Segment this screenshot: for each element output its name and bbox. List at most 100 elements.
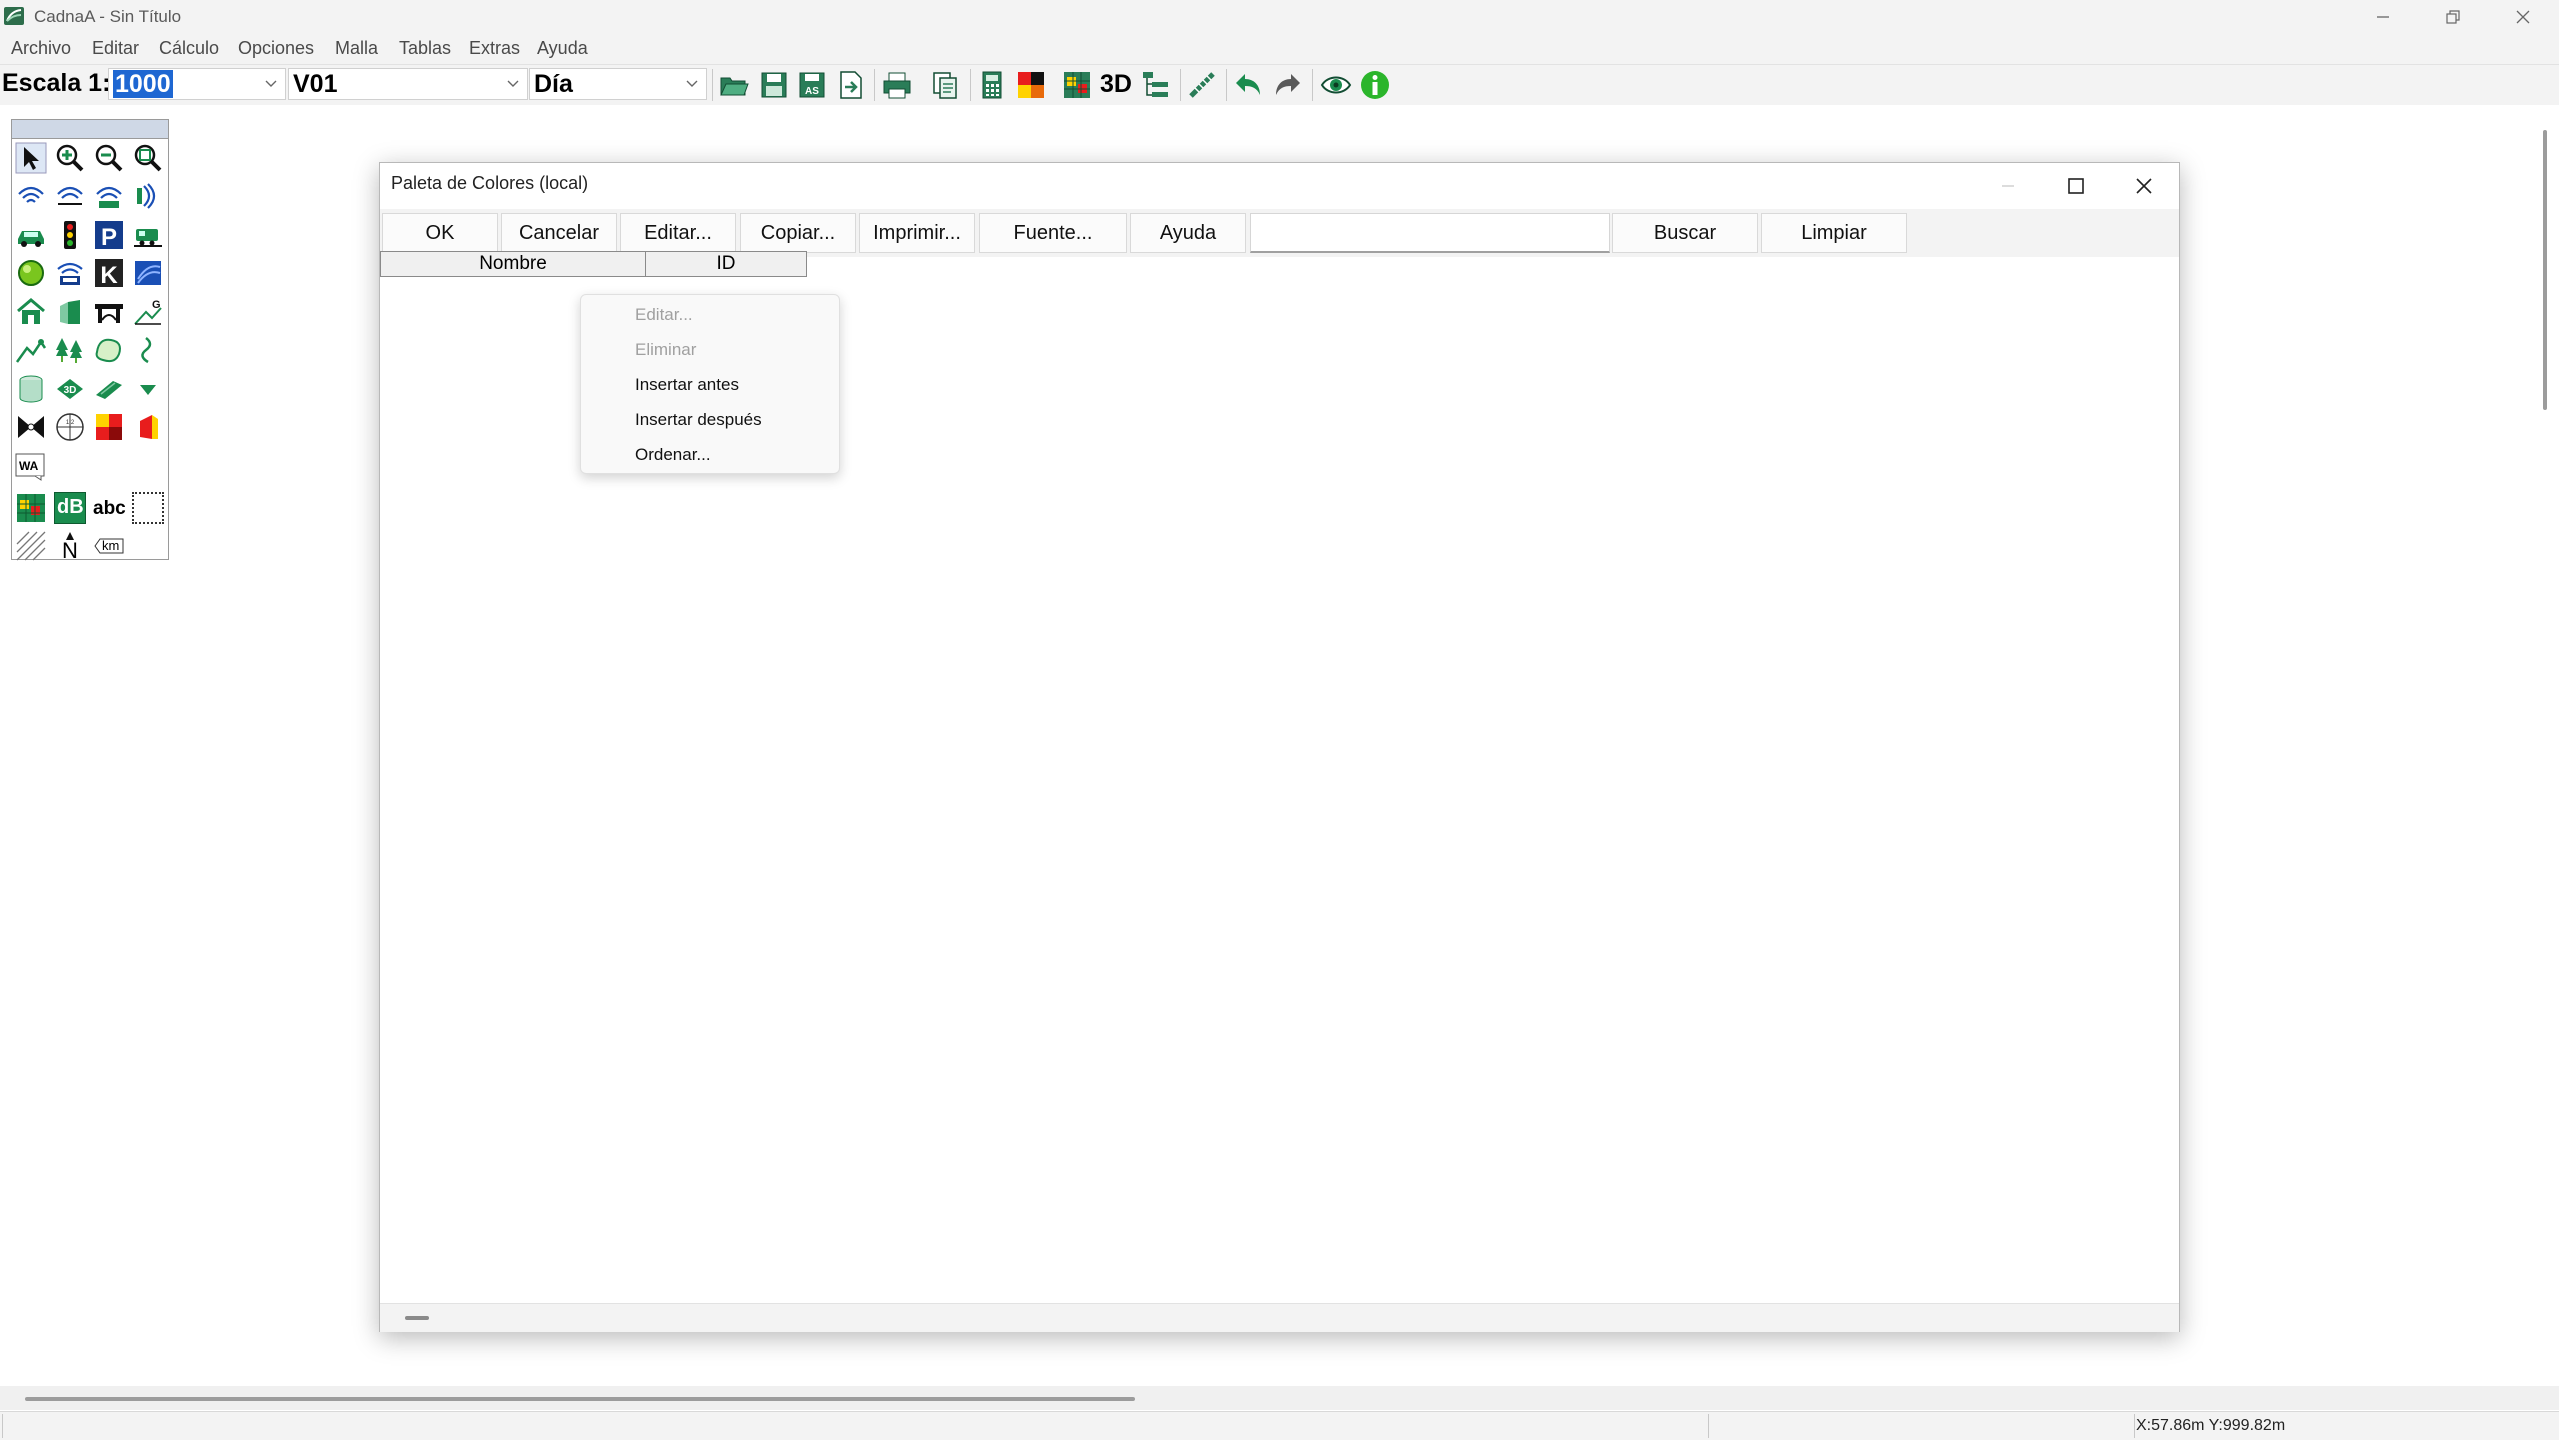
- facade-icon[interactable]: [54, 296, 86, 328]
- vertical-area-source-icon[interactable]: [132, 180, 164, 212]
- color-palette-icon[interactable]: [1015, 69, 1047, 101]
- ok-button[interactable]: OK: [382, 213, 498, 253]
- cadna-app-icon: [4, 7, 24, 25]
- gear-cross-icon[interactable]: [15, 411, 47, 443]
- embankment-icon[interactable]: [132, 334, 164, 366]
- zoom-in-icon[interactable]: [54, 142, 86, 174]
- height-line-icon[interactable]: [93, 373, 125, 405]
- palette-header[interactable]: [12, 120, 168, 139]
- railway-icon[interactable]: [132, 219, 164, 251]
- open-folder-icon[interactable]: [718, 69, 750, 101]
- restore-button[interactable]: [2418, 0, 2488, 34]
- menu-calculo[interactable]: Cálculo: [159, 38, 219, 59]
- contour-area-icon[interactable]: [93, 334, 125, 366]
- receiver-point-icon[interactable]: [15, 257, 47, 289]
- close-button[interactable]: [2488, 0, 2558, 34]
- grid-map-icon[interactable]: [1061, 69, 1093, 101]
- db-label-icon[interactable]: dB: [54, 492, 86, 524]
- color-grid-icon[interactable]: [93, 411, 125, 443]
- help-button[interactable]: Ayuda: [1130, 213, 1246, 253]
- column-header-nombre[interactable]: Nombre: [380, 251, 646, 277]
- print-button[interactable]: Imprimir...: [859, 213, 975, 253]
- canvas-vertical-scroll-thumb[interactable]: [2543, 130, 2547, 410]
- column-header-id[interactable]: ID: [645, 251, 807, 277]
- selection-rect-icon[interactable]: [132, 492, 164, 524]
- variant-combo[interactable]: V01: [288, 68, 528, 100]
- search-button[interactable]: Buscar: [1612, 213, 1758, 253]
- print-icon[interactable]: [881, 69, 913, 101]
- line-source-icon[interactable]: [54, 180, 86, 212]
- menu-ayuda[interactable]: Ayuda: [537, 38, 588, 59]
- traffic-light-icon[interactable]: [54, 219, 86, 251]
- clear-button[interactable]: Limpiar: [1761, 213, 1907, 253]
- text-abc-icon[interactable]: abc: [93, 498, 129, 530]
- ground-absorption-icon[interactable]: G: [132, 296, 164, 328]
- canvas-horizontal-scroll-thumb[interactable]: [25, 1397, 1135, 1401]
- noise-barrier-icon[interactable]: [132, 257, 164, 289]
- svg-text:AS: AS: [805, 86, 819, 97]
- menu-editar[interactable]: Editar: [92, 38, 139, 59]
- wind-arrow-icon[interactable]: WA: [15, 450, 47, 482]
- context-item-insertar-antes[interactable]: Insertar antes: [635, 375, 739, 395]
- road-icon[interactable]: [15, 219, 47, 251]
- section-icon[interactable]: [132, 411, 164, 443]
- scale-combo[interactable]: 1000: [108, 68, 286, 100]
- menu-archivo[interactable]: Archivo: [11, 38, 71, 59]
- hatch-icon[interactable]: [15, 530, 47, 562]
- save-icon[interactable]: [758, 69, 790, 101]
- scale-label: Escala 1:: [2, 69, 111, 97]
- calculator-icon[interactable]: [976, 69, 1008, 101]
- km-scale-icon[interactable]: km: [93, 530, 125, 562]
- redo-icon[interactable]: [1272, 69, 1304, 101]
- cylinder-icon[interactable]: [15, 373, 47, 405]
- zoom-out-icon[interactable]: [93, 142, 125, 174]
- dialog-minimize-button[interactable]: [1974, 163, 2042, 209]
- window-title-bar: CadnaA - Sin Título: [0, 0, 2559, 34]
- canvas-vertical-scrollbar[interactable]: [2537, 106, 2559, 1386]
- menu-malla[interactable]: Malla: [335, 38, 378, 59]
- view-eye-icon[interactable]: [1320, 69, 1352, 101]
- copy-page-icon[interactable]: [929, 69, 961, 101]
- context-item-editar: Editar...: [635, 305, 693, 324]
- k-object-icon[interactable]: K: [93, 257, 125, 289]
- industry-source-icon[interactable]: [54, 257, 86, 289]
- font-button[interactable]: Fuente...: [979, 213, 1127, 253]
- dialog-horizontal-scrollbar[interactable]: [380, 1303, 2179, 1332]
- undo-icon[interactable]: [1232, 69, 1264, 101]
- search-input[interactable]: [1250, 213, 1610, 253]
- north-arrow-icon[interactable]: N: [54, 530, 86, 563]
- zoom-window-icon[interactable]: [132, 142, 164, 174]
- parking-lot-icon[interactable]: P: [93, 219, 125, 251]
- cancel-button[interactable]: Cancelar: [501, 213, 617, 253]
- dialog-maximize-button[interactable]: [2042, 163, 2110, 209]
- building-icon[interactable]: [15, 296, 47, 328]
- terrain-icon[interactable]: [15, 334, 47, 366]
- db-label-text: dB: [57, 496, 84, 518]
- grid-object-icon[interactable]: [15, 492, 47, 524]
- menu-tablas[interactable]: Tablas: [399, 38, 451, 59]
- export-icon[interactable]: [835, 69, 867, 101]
- 3d-reflector-icon[interactable]: 3D: [54, 373, 86, 405]
- info-icon[interactable]: [1359, 69, 1391, 101]
- dialog-close-button[interactable]: [2110, 163, 2178, 209]
- menu-opciones[interactable]: Opciones: [238, 38, 314, 59]
- menu-extras[interactable]: Extras: [469, 38, 520, 59]
- edit-button[interactable]: Editar...: [620, 213, 736, 253]
- object-tree-icon[interactable]: [1140, 69, 1172, 101]
- calc-area-icon[interactable]: 1 2: [54, 411, 86, 443]
- select-arrow-icon[interactable]: [15, 142, 47, 174]
- height-point-icon[interactable]: [132, 373, 164, 405]
- dialog-horizontal-scroll-thumb[interactable]: [405, 1316, 429, 1320]
- save-as-icon[interactable]: AS: [796, 69, 828, 101]
- copy-button[interactable]: Copiar...: [740, 213, 856, 253]
- forest-icon[interactable]: [54, 334, 86, 366]
- measure-icon[interactable]: [1186, 69, 1218, 101]
- bridge-icon[interactable]: [93, 296, 125, 328]
- context-item-insertar-despues[interactable]: Insertar después: [635, 410, 762, 430]
- context-item-ordenar[interactable]: Ordenar...: [635, 445, 711, 465]
- 3d-icon[interactable]: 3D: [1100, 70, 1140, 102]
- area-source-icon[interactable]: [93, 180, 125, 212]
- period-combo[interactable]: Día: [529, 68, 707, 100]
- point-source-icon[interactable]: [15, 180, 47, 212]
- minimize-button[interactable]: [2348, 0, 2418, 34]
